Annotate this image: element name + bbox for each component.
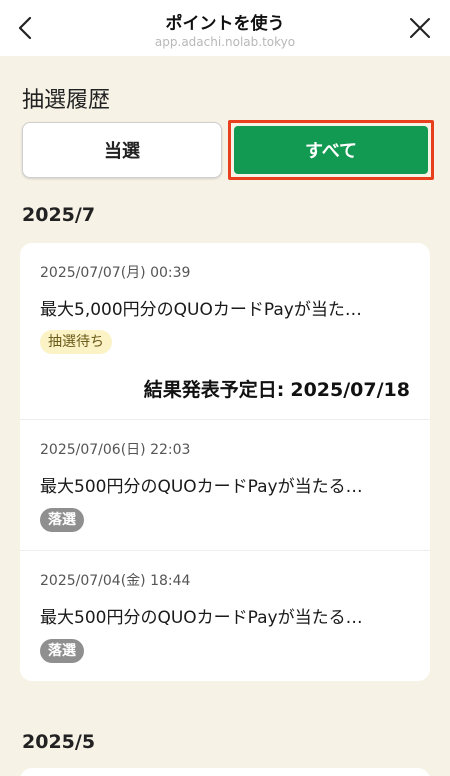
entry-title: 最大500円分のQUOカードPayが当たる… <box>40 608 363 628</box>
page-title: ポイントを使う <box>165 14 285 34</box>
status-badge: 落選 <box>40 508 84 532</box>
entry-title: 最大500円分のQUOカードPayが当たる… <box>40 477 363 497</box>
app-header: ポイントを使う app.adachi.nolab.tokyo <box>0 0 450 56</box>
month-label: 2025/5 <box>22 731 96 753</box>
filter-win-button[interactable]: 当選 <box>22 122 222 178</box>
entry-date: 2025/07/07(月) 00:39 <box>40 265 191 281</box>
list-item[interactable]: 2025/07/07(月) 00:39 最大5,000円分のQUOカードPayが… <box>20 243 430 420</box>
status-badge: 抽選待ち <box>40 330 112 354</box>
lottery-history-content: 抽選履歴 当選 すべて 2025/7 2025/07/07(月) 00:39 最… <box>0 56 450 776</box>
close-icon <box>410 18 430 38</box>
entry-title: 最大5,000円分のQUOカードPayが当た… <box>40 300 362 320</box>
result-announcement-label: 結果発表予定日: <box>143 379 285 401</box>
result-announcement: 結果発表予定日: 2025/07/18 <box>144 375 410 402</box>
list-item[interactable]: 2025/07/06(日) 22:03 最大500円分のQUOカードPayが当た… <box>20 420 430 551</box>
month-label: 2025/7 <box>22 204 96 226</box>
filter-all-button[interactable]: すべて <box>234 126 428 174</box>
list-item[interactable]: 2025/07/04(金) 18:44 最大500円分のQUOカードPayが当た… <box>20 551 430 681</box>
history-card <box>20 768 430 776</box>
close-button[interactable] <box>408 16 432 40</box>
result-announcement-date: 2025/07/18 <box>290 379 410 401</box>
section-title: 抽選履歴 <box>22 88 111 113</box>
status-badge: 落選 <box>40 639 84 663</box>
page-url: app.adachi.nolab.tokyo <box>154 35 296 49</box>
history-card: 2025/07/07(月) 00:39 最大5,000円分のQUOカードPayが… <box>20 243 430 681</box>
entry-date: 2025/07/04(金) 18:44 <box>40 573 191 589</box>
entry-date: 2025/07/06(日) 22:03 <box>40 442 191 458</box>
